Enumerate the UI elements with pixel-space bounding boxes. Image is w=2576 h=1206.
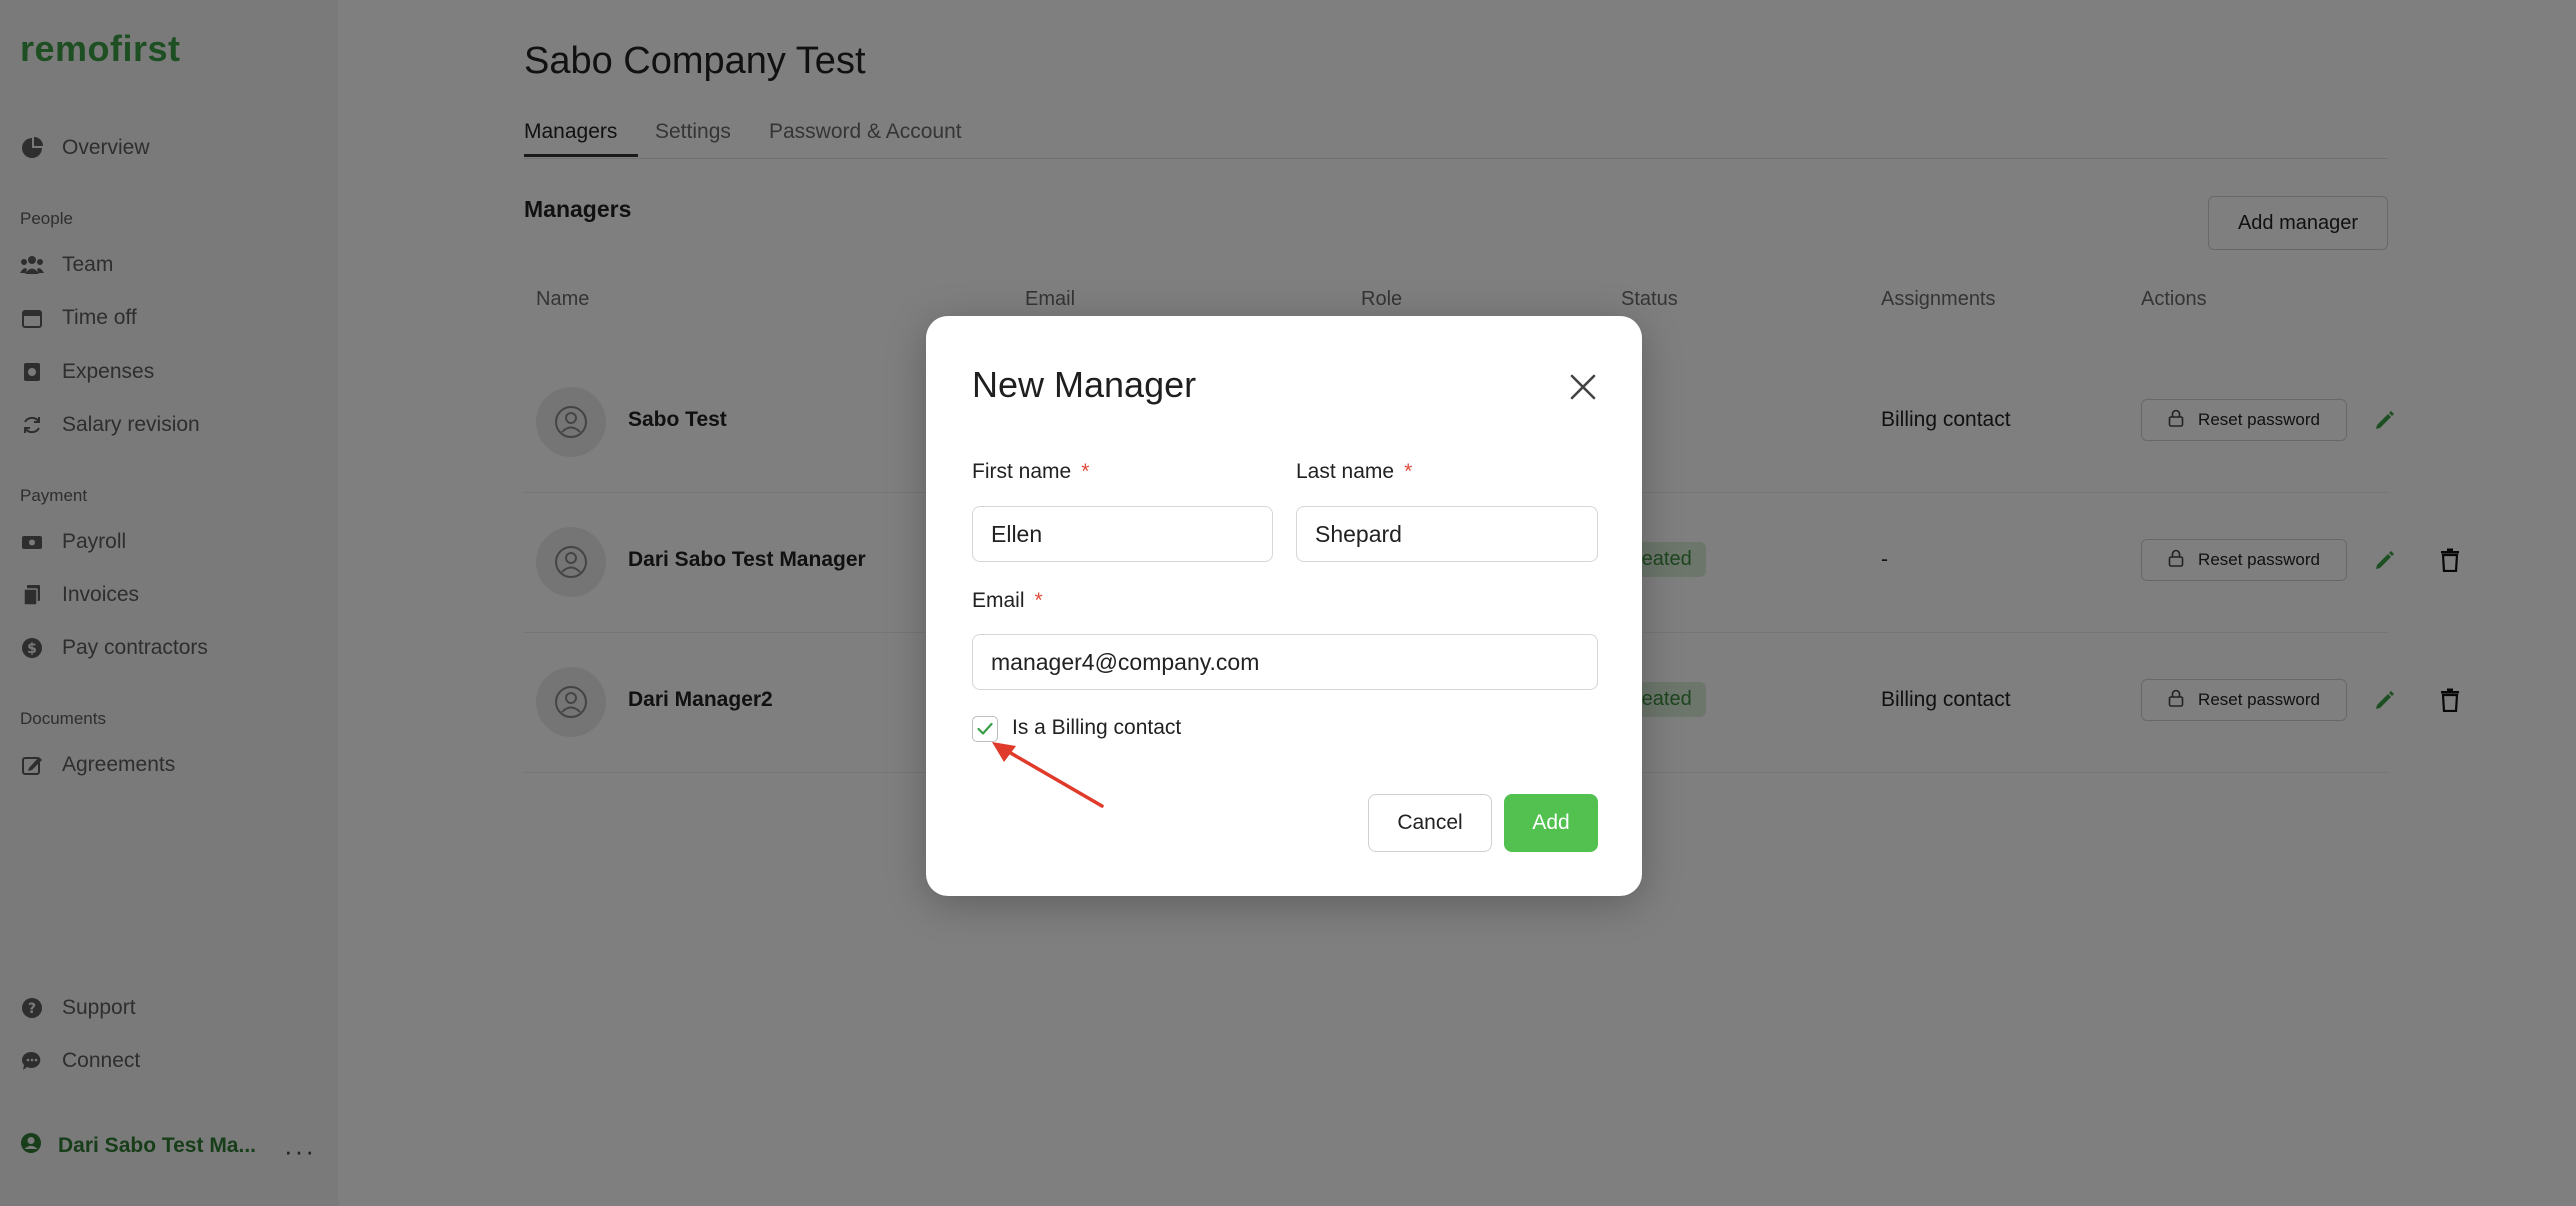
billing-contact-label[interactable]: Is a Billing contact bbox=[1012, 716, 1181, 740]
email-label: Email * bbox=[972, 589, 1043, 612]
checkmark-icon bbox=[977, 722, 993, 735]
first-name-label: First name * bbox=[972, 460, 1090, 483]
first-name-input[interactable] bbox=[972, 506, 1273, 562]
email-input[interactable] bbox=[972, 634, 1598, 690]
close-icon[interactable] bbox=[1566, 370, 1600, 404]
required-mark: * bbox=[1081, 460, 1090, 483]
cancel-button[interactable]: Cancel bbox=[1368, 794, 1492, 852]
last-name-input[interactable] bbox=[1296, 506, 1598, 562]
required-mark: * bbox=[1404, 460, 1413, 483]
add-button[interactable]: Add bbox=[1504, 794, 1598, 852]
dialog-title: New Manager bbox=[972, 364, 1197, 405]
last-name-label: Last name * bbox=[1296, 460, 1413, 483]
required-mark: * bbox=[1034, 589, 1043, 612]
annotation-arrow bbox=[992, 742, 1104, 808]
billing-contact-checkbox[interactable] bbox=[972, 716, 998, 742]
